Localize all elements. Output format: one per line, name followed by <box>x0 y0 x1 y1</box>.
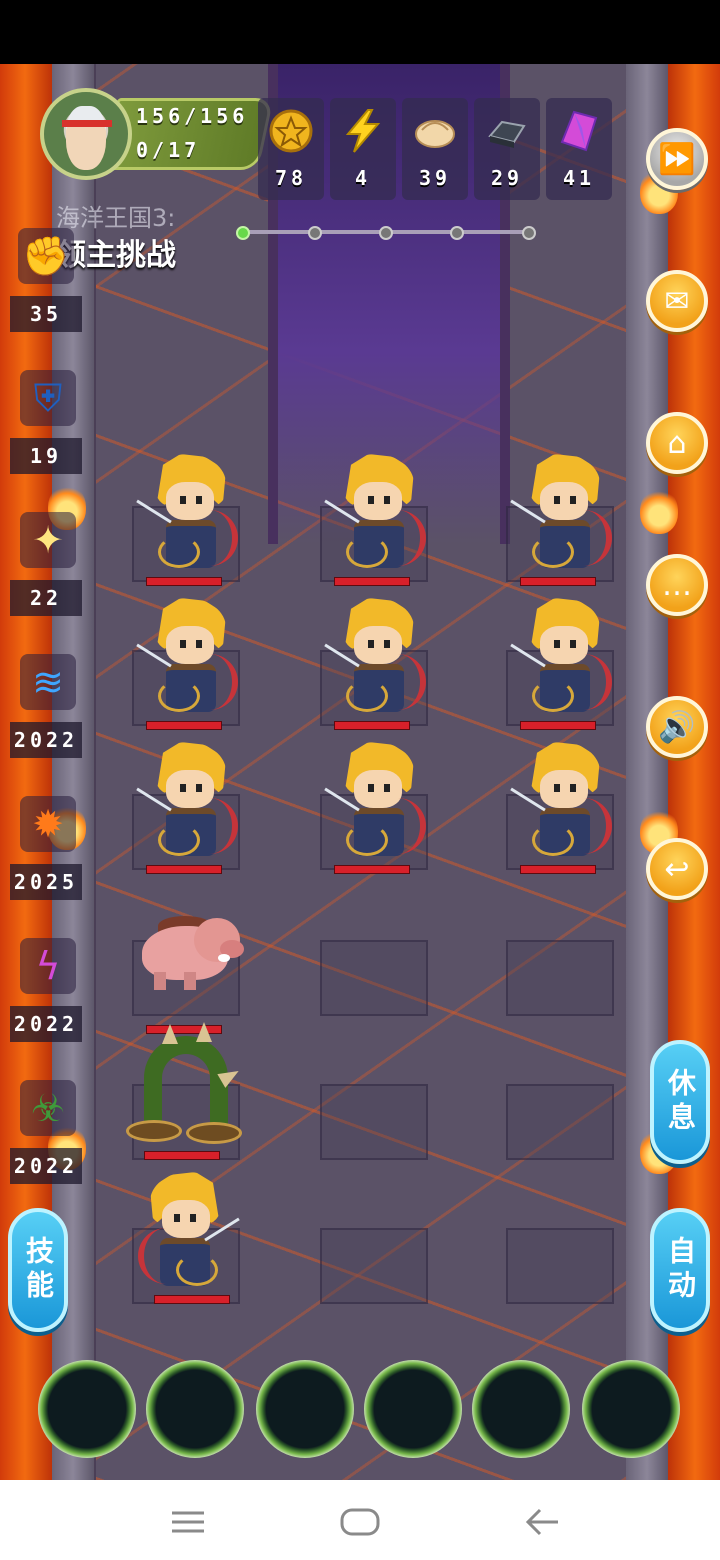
hp-bar <box>144 1151 220 1160</box>
hp-bar <box>334 865 410 874</box>
holy-light-icon: ✦ <box>20 512 76 568</box>
resource-crystal: 41 <box>546 98 612 200</box>
swordsman-enemy[interactable] <box>316 448 436 588</box>
fist-icon: ✊ <box>18 228 74 284</box>
fast-forward-button[interactable]: ⏩ <box>646 128 708 190</box>
swordsman-enemy[interactable] <box>502 448 622 588</box>
return-icon: ↩ <box>664 851 690 887</box>
grid-cell[interactable] <box>320 940 428 1016</box>
fast-forward-icon: ⏩ <box>658 141 696 177</box>
hp-value: 156/156 <box>136 104 249 128</box>
wild-boar-enemy[interactable] <box>128 896 248 1036</box>
swordsman-enemy[interactable] <box>502 736 622 876</box>
mail-icon: ✉ <box>664 283 690 319</box>
hp-bar <box>154 1295 230 1304</box>
sound-button[interactable]: 🔊 <box>646 696 708 758</box>
home-square-icon <box>340 1508 380 1536</box>
skill-poison[interactable]: ☣ 2022 <box>10 1080 82 1204</box>
gold-coin-icon <box>269 109 313 153</box>
status-bar <box>0 0 720 64</box>
hero-slot[interactable] <box>582 1360 680 1458</box>
swordsman-enemy[interactable] <box>128 592 248 732</box>
skill-fire[interactable]: ✹ 2025 <box>10 796 82 920</box>
resource-iron: 29 <box>474 98 540 200</box>
hero-slot[interactable] <box>472 1360 570 1458</box>
back-nav-button[interactable] <box>516 1496 568 1548</box>
grid-cell[interactable] <box>506 940 614 1016</box>
lightning-rune-icon: ϟ <box>20 938 76 994</box>
hp-bar <box>146 865 222 874</box>
player-hero[interactable] <box>128 1166 248 1306</box>
hp-bar <box>520 577 596 586</box>
crystal-gem-icon <box>560 110 598 152</box>
home-icon: ⌂ <box>667 425 687 461</box>
player-avatar[interactable] <box>40 88 132 180</box>
grid-cell[interactable] <box>320 1084 428 1160</box>
hp-bar <box>334 721 410 730</box>
wave-progress-dot <box>236 226 250 240</box>
hp-bar <box>334 577 410 586</box>
sound-icon: 🔊 <box>658 709 696 745</box>
wave-progress-dot <box>308 226 322 240</box>
swordsman-enemy[interactable] <box>502 592 622 732</box>
torch-flame <box>640 488 678 534</box>
iron-ingot-icon <box>488 120 526 148</box>
hp-bar <box>520 865 596 874</box>
wave-progress-dot <box>379 226 393 240</box>
swordsman-enemy[interactable] <box>128 448 248 588</box>
resource-energy: 4 <box>330 98 396 200</box>
resource-gold: 78 <box>258 98 324 200</box>
hero-slot[interactable] <box>364 1360 462 1458</box>
grid-cell[interactable] <box>320 1228 428 1304</box>
fire-burst-icon: ✹ <box>20 796 76 852</box>
skill-shield[interactable]: ⛨ 19 <box>10 370 82 494</box>
auto-button[interactable]: 自动 <box>650 1208 710 1332</box>
wave-progress-dot <box>522 226 536 240</box>
hp-bar <box>520 721 596 730</box>
skill-button[interactable]: 技能 <box>8 1208 68 1332</box>
swordsman-enemy[interactable] <box>128 736 248 876</box>
skill-holy-light[interactable]: ✦ 22 <box>10 512 82 636</box>
hero-slot[interactable] <box>146 1360 244 1458</box>
rest-button[interactable]: 休息 <box>650 1040 710 1164</box>
swordsman-enemy[interactable] <box>316 592 436 732</box>
menu-icon <box>172 1511 204 1533</box>
return-button[interactable]: ↩ <box>646 838 708 900</box>
mail-button[interactable]: ✉ <box>646 270 708 332</box>
home-button[interactable]: ⌂ <box>646 412 708 474</box>
chat-icon: … <box>662 567 692 603</box>
dumpling-icon <box>415 120 455 148</box>
skill-water[interactable]: ≋ 2022 <box>10 654 82 778</box>
hp-bar <box>146 577 222 586</box>
home-nav-button[interactable] <box>334 1496 386 1548</box>
swordsman-enemy[interactable] <box>316 736 436 876</box>
skill-fist[interactable]: ✊ 35 <box>10 228 82 352</box>
hp-bar <box>146 721 222 730</box>
sandworm-enemy[interactable] <box>126 1022 246 1162</box>
energy-value: 0/17 <box>136 138 201 162</box>
grid-cell[interactable] <box>506 1228 614 1304</box>
grid-cell[interactable] <box>506 1084 614 1160</box>
poison-icon: ☣ <box>20 1080 76 1136</box>
resource-dumpling: 39 <box>402 98 468 200</box>
back-arrow-icon <box>525 1508 558 1536</box>
wave-progress-dot <box>450 226 464 240</box>
chat-button[interactable]: … <box>646 554 708 616</box>
hero-slot[interactable] <box>256 1360 354 1458</box>
skill-lightning-rune[interactable]: ϟ 2022 <box>10 938 82 1062</box>
shield-icon: ⛨ <box>20 370 76 426</box>
water-wave-icon: ≋ <box>20 654 76 710</box>
menu-nav-button[interactable] <box>162 1496 214 1548</box>
lightning-icon <box>345 109 381 153</box>
hero-slot[interactable] <box>38 1360 136 1458</box>
